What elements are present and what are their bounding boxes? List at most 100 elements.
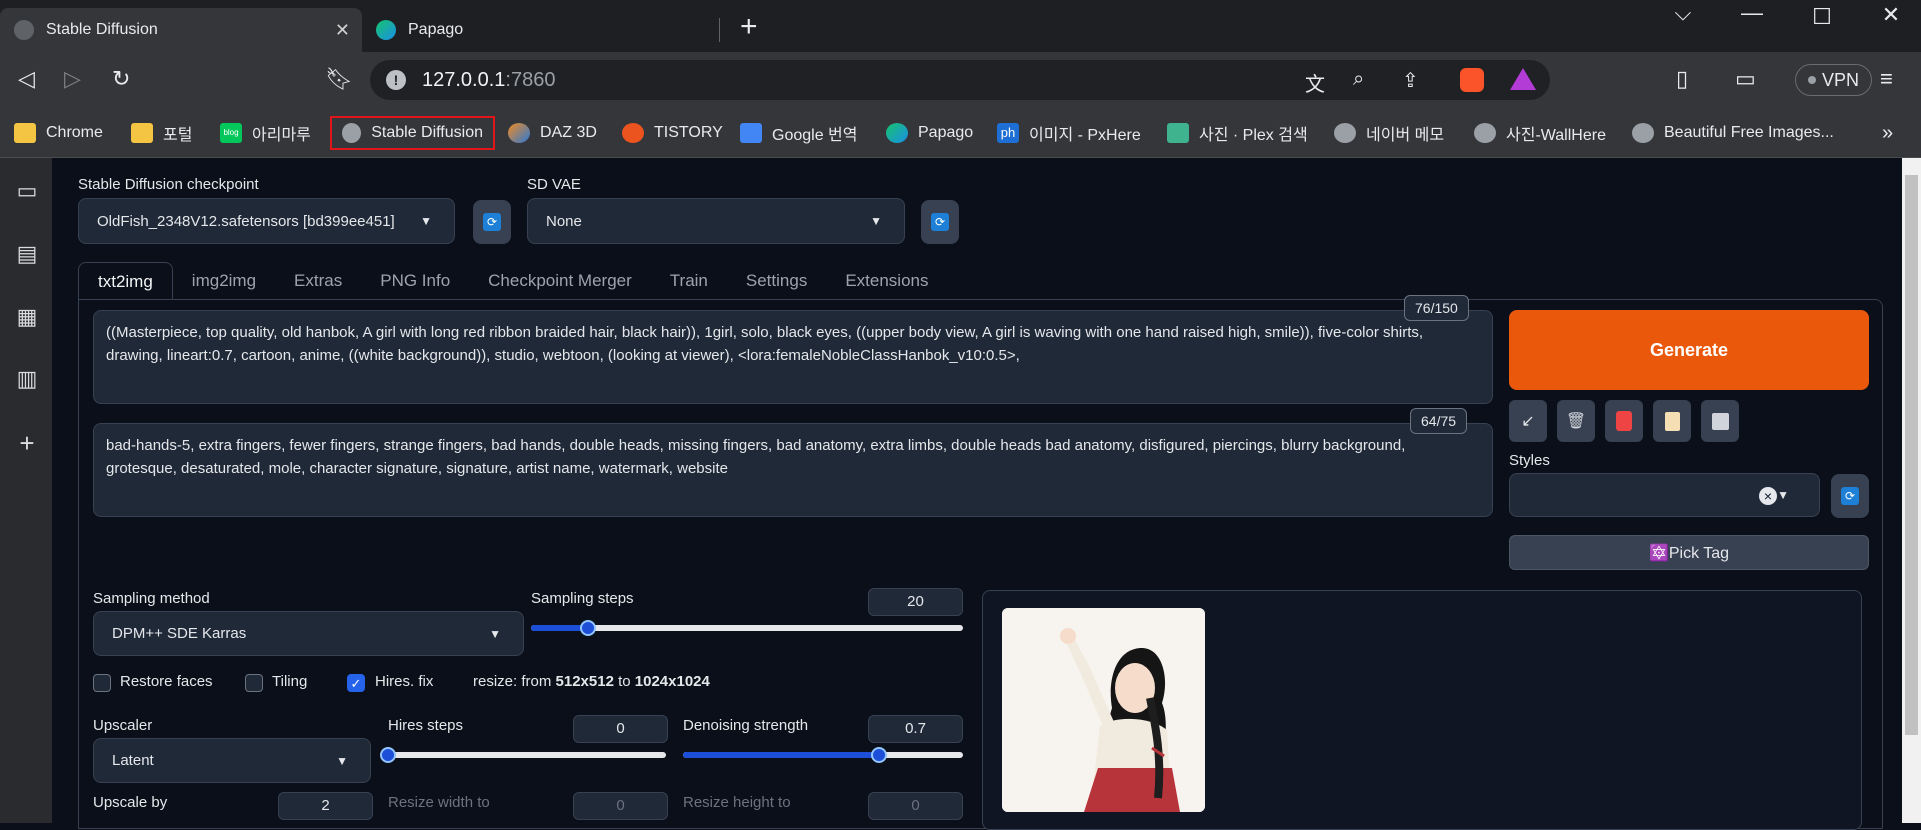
- bookmark-wallhere[interactable]: 사진-WallHere: [1474, 116, 1606, 150]
- browser-tab-stable-diffusion[interactable]: Stable Diffusion ✕: [0, 8, 362, 52]
- caret-down-icon: ▼: [336, 753, 348, 768]
- scrollbar-thumb[interactable]: [1905, 175, 1918, 735]
- address-bar[interactable]: ! 127.0.0.1:7860 文 ⌕ ⇪: [370, 60, 1550, 100]
- hanbok-girl-illustration: [1002, 608, 1205, 812]
- extra-networks-button[interactable]: [1605, 400, 1643, 442]
- blog-icon: blog: [220, 123, 242, 143]
- brave-shields-icon[interactable]: [1460, 68, 1484, 92]
- tab-extensions[interactable]: Extensions: [826, 262, 947, 300]
- forward-button[interactable]: ▷: [64, 66, 81, 92]
- generated-image[interactable]: [1002, 608, 1205, 812]
- sidebar-toggle-icon[interactable]: ▯: [1676, 66, 1688, 92]
- vpn-button[interactable]: VPN: [1795, 64, 1873, 96]
- tab-checkpoint-merger[interactable]: Checkpoint Merger: [469, 262, 651, 300]
- tab-train[interactable]: Train: [651, 262, 727, 300]
- add-panel-icon[interactable]: +: [14, 428, 40, 458]
- wallet-icon[interactable]: ▤: [14, 241, 40, 266]
- refresh-vae-button[interactable]: ⟳: [921, 200, 959, 244]
- bookmark-pxhere[interactable]: ph 이미지 - PxHere: [997, 116, 1141, 150]
- upscale-by-input[interactable]: 2: [278, 792, 373, 820]
- generate-button[interactable]: Generate: [1509, 310, 1869, 390]
- bookmarks-icon[interactable]: ▦: [14, 304, 40, 329]
- caret-down-icon: ▼: [870, 214, 882, 228]
- menu-icon[interactable]: ≡: [1880, 66, 1893, 92]
- tab-png-info[interactable]: PNG Info: [361, 262, 469, 300]
- hires-steps-label: Hires steps: [388, 717, 464, 734]
- chevron-down-icon[interactable]: ⌵: [1660, 0, 1706, 26]
- prompt-textarea[interactable]: ((Masterpiece, top quality, old hanbok, …: [93, 310, 1493, 404]
- slider-knob[interactable]: [871, 747, 887, 763]
- restore-faces-checkbox[interactable]: [93, 674, 111, 692]
- clear-styles-icon[interactable]: ×: [1759, 487, 1777, 505]
- resize-height-input[interactable]: 0: [868, 792, 963, 820]
- refresh-styles-button[interactable]: ⟳: [1831, 474, 1869, 518]
- hires-steps-input[interactable]: 0: [573, 715, 668, 743]
- tab-txt2img[interactable]: txt2img: [78, 262, 173, 300]
- save-style-button[interactable]: [1701, 400, 1739, 442]
- reading-list-icon[interactable]: ▥: [14, 366, 40, 391]
- bookmark-beautiful-free-images[interactable]: Beautiful Free Images...: [1632, 116, 1834, 150]
- translate-icon[interactable]: 文: [1305, 68, 1325, 97]
- refresh-checkpoint-button[interactable]: ⟳: [473, 200, 511, 244]
- vae-dropdown[interactable]: None ▼: [527, 198, 905, 244]
- bookmark-plex[interactable]: 사진 · Plex 검색: [1167, 116, 1308, 150]
- pick-tag-button[interactable]: 🔯Pick Tag: [1509, 535, 1869, 570]
- hires-fix-checkbox[interactable]: ✓: [347, 674, 365, 692]
- browser-tab-strip: Stable Diffusion ✕ Papago + ⌵ — ☐ ✕: [0, 0, 1921, 52]
- close-icon[interactable]: ✕: [335, 20, 350, 41]
- resize-prefix: resize: from: [473, 673, 556, 690]
- vae-label: SD VAE: [527, 176, 581, 193]
- bookmark-arimaru[interactable]: blog 아리마루: [220, 116, 311, 150]
- bookmark-google-translate[interactable]: Google 번역: [740, 116, 857, 150]
- bookmark-papago[interactable]: Papago: [886, 116, 973, 150]
- reload-button[interactable]: ↻: [112, 66, 130, 92]
- globe-icon: [14, 20, 34, 40]
- bookmark-icon[interactable]: 🔖︎: [325, 66, 353, 92]
- video-call-icon[interactable]: ▭: [14, 178, 40, 203]
- upscaler-dropdown[interactable]: Latent ▼: [93, 738, 371, 783]
- new-tab-button[interactable]: +: [740, 10, 758, 44]
- bookmark-label: 사진 · Plex 검색: [1199, 127, 1308, 144]
- sampling-method-dropdown[interactable]: DPM++ SDE Karras ▼: [93, 611, 524, 656]
- bookmark-portal[interactable]: 포털: [131, 116, 192, 150]
- brave-rewards-icon[interactable]: [1510, 68, 1536, 90]
- share-icon[interactable]: ⇪: [1402, 68, 1419, 93]
- site-info-icon[interactable]: !: [386, 70, 406, 90]
- bookmark-label: 아리마루: [252, 127, 311, 144]
- browser-tab-papago[interactable]: Papago: [362, 8, 720, 52]
- clear-prompt-button[interactable]: 🗑︎: [1557, 400, 1595, 442]
- read-params-button[interactable]: ↙: [1509, 400, 1547, 442]
- bookmarks-overflow-button[interactable]: »: [1882, 116, 1893, 150]
- tab-extras[interactable]: Extras: [275, 262, 361, 300]
- sampling-steps-input[interactable]: 20: [868, 588, 963, 616]
- minimize-button[interactable]: —: [1729, 0, 1775, 26]
- slider-track[interactable]: [388, 752, 666, 758]
- caret-down-icon: ▼: [1777, 488, 1789, 502]
- bookmark-naver-memo[interactable]: 네이버 메모: [1334, 116, 1444, 150]
- zoom-icon[interactable]: ⌕: [1353, 68, 1364, 91]
- negative-prompt-textarea[interactable]: bad-hands-5, extra fingers, fewer finger…: [93, 423, 1493, 517]
- window-close-button[interactable]: ✕: [1868, 2, 1914, 28]
- bookmark-daz3d[interactable]: DAZ 3D: [508, 116, 597, 150]
- checkpoint-dropdown[interactable]: OldFish_2348V12.safetensors [bd399ee451]…: [78, 198, 455, 244]
- tiling-checkbox[interactable]: [245, 674, 263, 692]
- globe-icon: [1474, 123, 1496, 143]
- arrow-diagonal-icon: ↙: [1521, 413, 1535, 430]
- folder-icon: [14, 123, 36, 143]
- bookmark-chrome[interactable]: Chrome: [14, 116, 103, 150]
- styles-dropdown[interactable]: × ▼: [1509, 473, 1820, 517]
- denoising-strength-input[interactable]: 0.7: [868, 715, 963, 743]
- slider-knob[interactable]: [380, 747, 396, 763]
- bookmark-label: 네이버 메모: [1366, 127, 1445, 144]
- bookmark-stable-diffusion[interactable]: Stable Diffusion: [330, 116, 495, 150]
- wallet-icon[interactable]: ▭: [1735, 66, 1756, 92]
- tab-settings[interactable]: Settings: [727, 262, 826, 300]
- resize-width-input[interactable]: 0: [573, 792, 668, 820]
- bookmark-tistory[interactable]: TISTORY: [622, 116, 723, 150]
- maximize-button[interactable]: ☐: [1799, 4, 1845, 30]
- back-button[interactable]: ◁: [18, 66, 35, 92]
- tab-img2img[interactable]: img2img: [173, 262, 275, 300]
- apply-style-button[interactable]: [1653, 400, 1691, 442]
- refresh-icon: ⟳: [1841, 487, 1859, 505]
- globe-icon: [342, 123, 362, 143]
